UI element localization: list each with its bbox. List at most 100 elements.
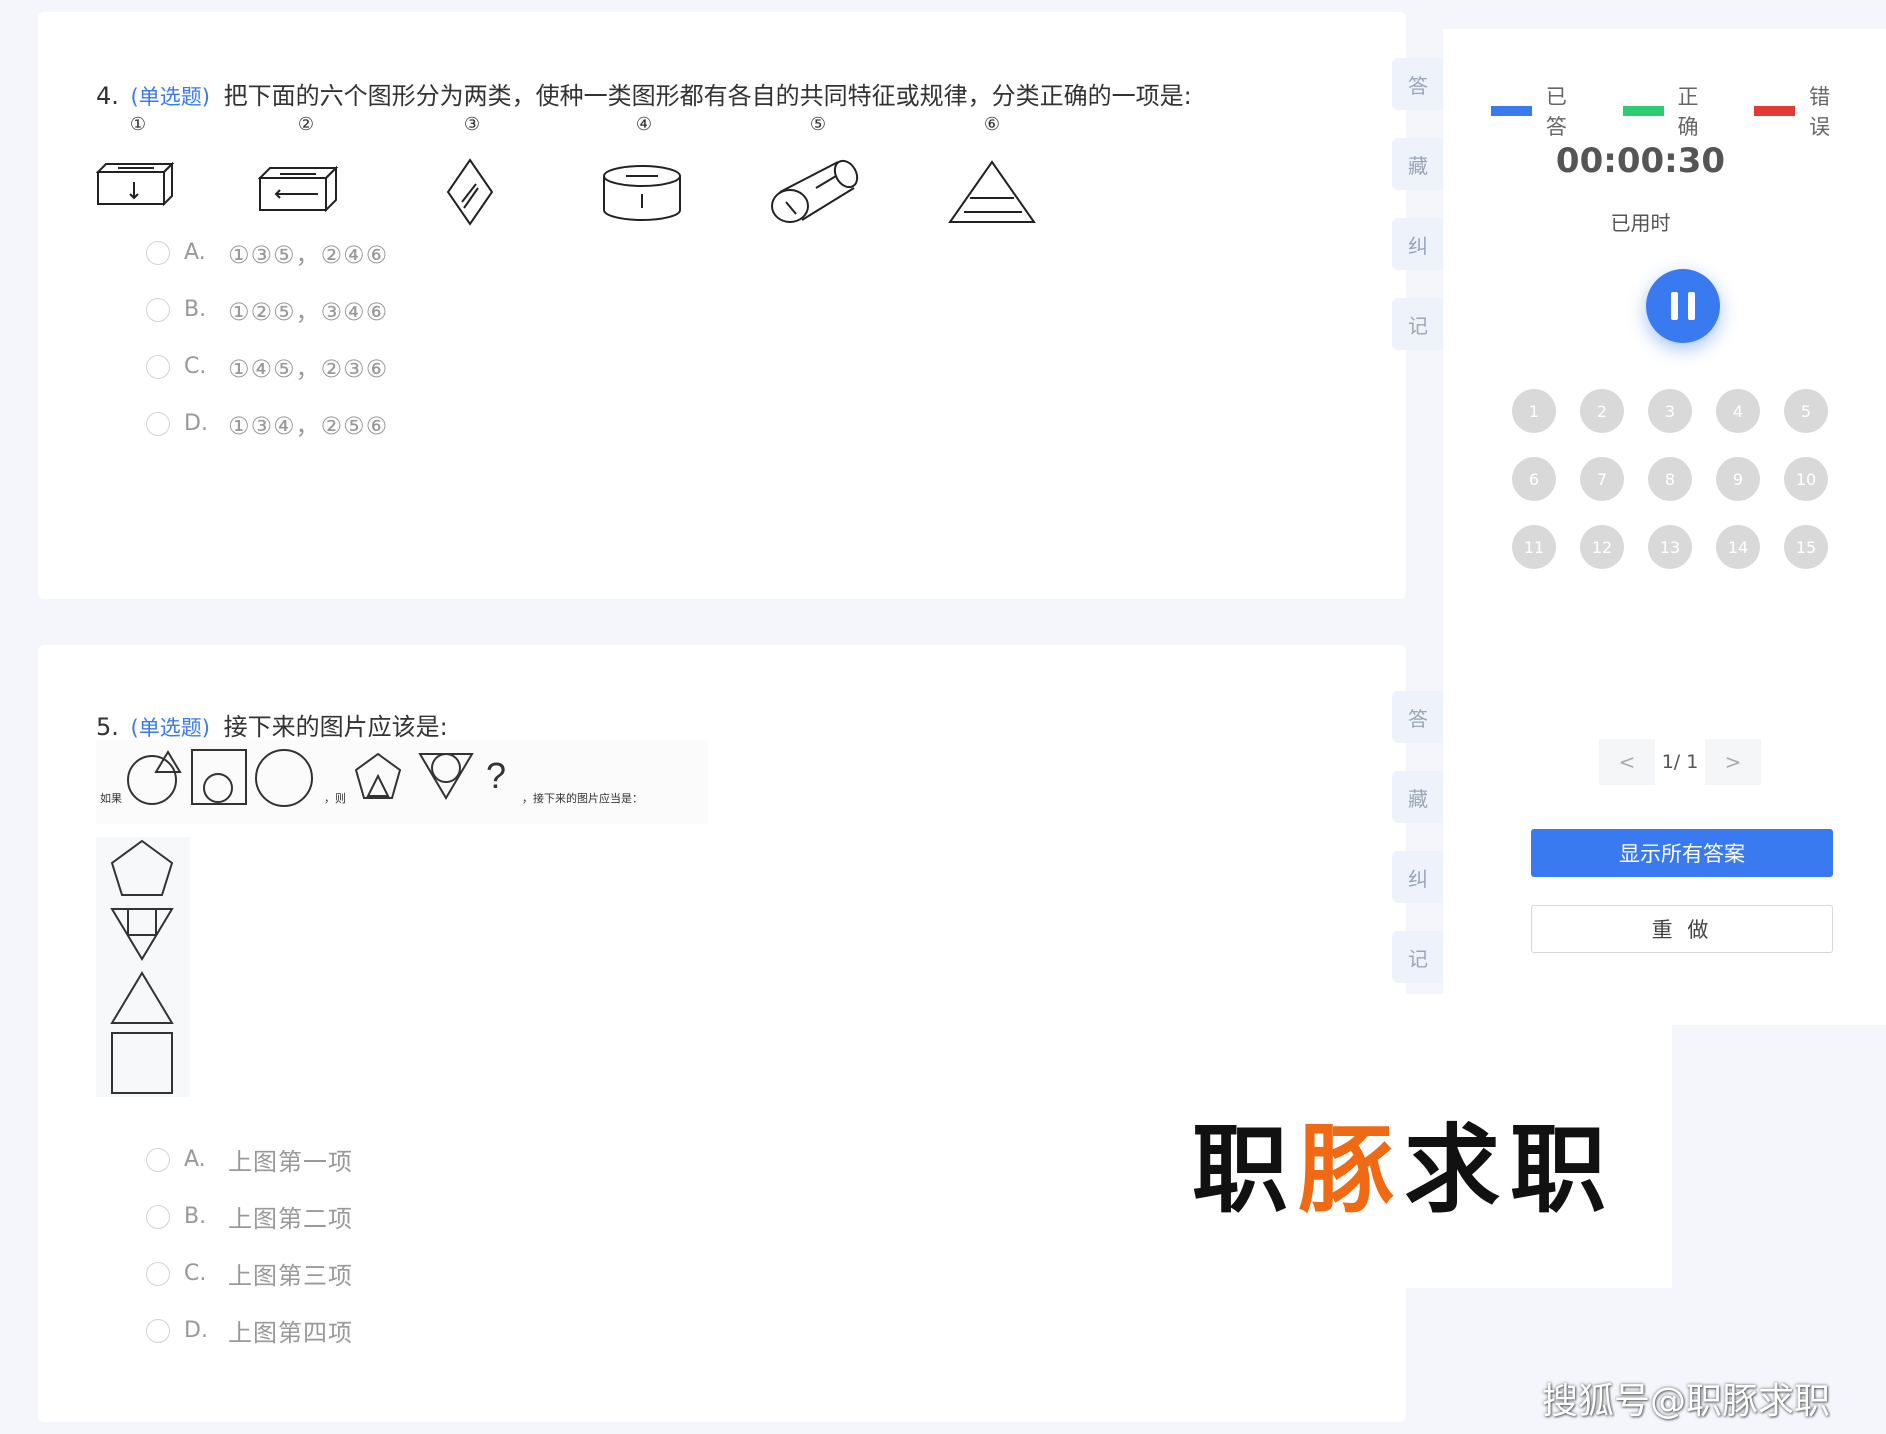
next-page-button[interactable]: >: [1705, 739, 1761, 785]
legend-label: 错误: [1809, 85, 1831, 139]
question-text: 把下面的六个图形分为两类，使种一类图形都有各自的共同特征或规律，分类正确的一项是…: [223, 82, 1192, 110]
figure-shape-6: [948, 160, 1036, 223]
question-nav-button[interactable]: 15: [1784, 525, 1828, 569]
legend-correct: 正确: [1622, 81, 1719, 141]
radio-button[interactable]: [146, 1261, 170, 1286]
question-stem: 4. (单选题) 把下面的六个图形分为两类，使种一类图形都有各自的共同特征或规律…: [96, 76, 1192, 111]
question-number: 4.: [96, 82, 119, 110]
radio-button[interactable]: [146, 1318, 170, 1343]
option-letter: C.: [184, 354, 207, 379]
note-button[interactable]: 记: [1392, 298, 1444, 350]
option-b[interactable]: B. 上图第二项: [146, 1188, 353, 1245]
legend-answered: 已答: [1491, 81, 1587, 141]
figure-question-mark: ?: [486, 755, 506, 796]
question-nav-button[interactable]: 9: [1716, 457, 1760, 501]
question-nav-button[interactable]: 13: [1648, 525, 1692, 569]
prev-page-button[interactable]: <: [1599, 739, 1655, 785]
figure-label-1: ①: [130, 114, 146, 135]
question-nav-button[interactable]: 6: [1512, 457, 1556, 501]
question-type: (单选题): [130, 85, 210, 109]
pause-icon: [1671, 292, 1678, 320]
option-text: 上图第一项: [228, 1148, 353, 1176]
radio-button[interactable]: [146, 1147, 170, 1172]
option-text: 上图第三项: [228, 1262, 353, 1290]
question-card-4: 4. (单选题) 把下面的六个图形分为两类，使种一类图形都有各自的共同特征或规律…: [38, 12, 1444, 599]
figure-label-5: ⑤: [810, 114, 826, 135]
question-nav-button[interactable]: 1: [1512, 389, 1556, 433]
question-nav-button[interactable]: 8: [1648, 457, 1692, 501]
side-tools: 答 藏 纠 记: [1392, 691, 1444, 1011]
figure-label-6: ⑥: [984, 114, 1000, 135]
option-text: ①③⑤，②④⑥: [228, 241, 389, 269]
answer-button[interactable]: 答: [1392, 691, 1444, 743]
answer-button[interactable]: 答: [1392, 58, 1444, 110]
question-nav-button[interactable]: 4: [1716, 389, 1760, 433]
option-letter: A.: [184, 1147, 206, 1172]
pagination: < 1/ 1 >: [1599, 739, 1761, 785]
pause-button[interactable]: [1646, 269, 1720, 343]
option-a[interactable]: A. 上图第一项: [146, 1131, 353, 1188]
question-figure: ① ② ③ ④ ⑤ ⑥: [96, 114, 1036, 226]
choice-shape-2: [110, 908, 174, 961]
question-nav-button[interactable]: 7: [1580, 457, 1624, 501]
status-legend: 已答 正确 错误: [1491, 81, 1886, 141]
legend-swatch-answered: [1491, 106, 1532, 116]
option-text: ①②⑤，③④⑥: [228, 298, 389, 326]
option-text: 上图第四项: [228, 1319, 353, 1347]
option-d[interactable]: D. 上图第四项: [146, 1302, 353, 1359]
option-c[interactable]: C. 上图第三项: [146, 1245, 353, 1302]
note-button[interactable]: 记: [1392, 931, 1444, 983]
radio-button[interactable]: [146, 354, 170, 379]
option-letter: D.: [184, 411, 208, 436]
brand-text-3: 求职: [1404, 1114, 1616, 1226]
option-c[interactable]: C. ①④⑤，②③⑥: [146, 338, 388, 395]
figure-text-if: 如果: [100, 791, 122, 805]
option-letter: B.: [184, 297, 207, 322]
option-text: 上图第二项: [228, 1205, 353, 1233]
legend-swatch-correct: [1622, 106, 1664, 116]
question-nav-button[interactable]: 11: [1512, 525, 1556, 569]
radio-button[interactable]: [146, 411, 170, 436]
question-nav-button[interactable]: 2: [1580, 389, 1624, 433]
figure-label-3: ③: [464, 114, 480, 135]
page-indicator: 1/ 1: [1661, 751, 1699, 773]
question-stem: 5. (单选题) 接下来的图片应该是:: [96, 707, 448, 742]
legend-wrong: 错误: [1754, 81, 1850, 141]
question-nav-button[interactable]: 5: [1784, 389, 1828, 433]
show-all-answers-button[interactable]: 显示所有答案: [1531, 829, 1833, 877]
question-type: (单选题): [130, 716, 210, 740]
question-nav-button[interactable]: 10: [1784, 457, 1828, 501]
timer-label: 已用时: [1610, 211, 1671, 235]
option-letter: C.: [184, 1261, 207, 1286]
radio-button[interactable]: [146, 1204, 170, 1229]
figure-shape-4: [603, 165, 681, 221]
favorite-button[interactable]: 藏: [1392, 138, 1444, 190]
brand-watermark: 职豚求职: [1172, 994, 1672, 1288]
figure-shape-2: [257, 165, 339, 213]
option-letter: B.: [184, 1204, 207, 1229]
question-number-grid: 1 2 3 4 5 6 7 8 9 10 11 12 13 14 15: [1512, 389, 1828, 569]
radio-button[interactable]: [146, 297, 170, 322]
report-error-button[interactable]: 纠: [1392, 218, 1444, 270]
question-number: 5.: [96, 713, 119, 741]
option-a[interactable]: A. ①③⑤，②④⑥: [146, 224, 388, 281]
figure-label-2: ②: [298, 114, 314, 135]
answer-choices-figure: [96, 837, 190, 1097]
report-error-button[interactable]: 纠: [1392, 851, 1444, 903]
question-nav-button[interactable]: 12: [1580, 525, 1624, 569]
choice-shape-1: [110, 839, 174, 896]
question-nav-button[interactable]: 14: [1716, 525, 1760, 569]
option-b[interactable]: B. ①②⑤，③④⑥: [146, 281, 388, 338]
redo-button[interactable]: 重 做: [1531, 905, 1833, 953]
radio-button[interactable]: [146, 240, 170, 265]
option-text: ①③④，②⑤⑥: [228, 412, 389, 440]
choice-shape-3: [110, 971, 174, 1024]
figure-text-then: ，则: [324, 792, 346, 805]
brand-text-2: 豚: [1298, 1114, 1404, 1226]
favorite-button[interactable]: 藏: [1392, 771, 1444, 823]
legend-label: 已答: [1545, 85, 1567, 139]
question-nav-button[interactable]: 3: [1648, 389, 1692, 433]
option-d[interactable]: D. ①③④，②⑤⑥: [146, 395, 388, 452]
option-letter: D.: [184, 1318, 208, 1343]
question-text: 接下来的图片应该是:: [223, 713, 448, 741]
